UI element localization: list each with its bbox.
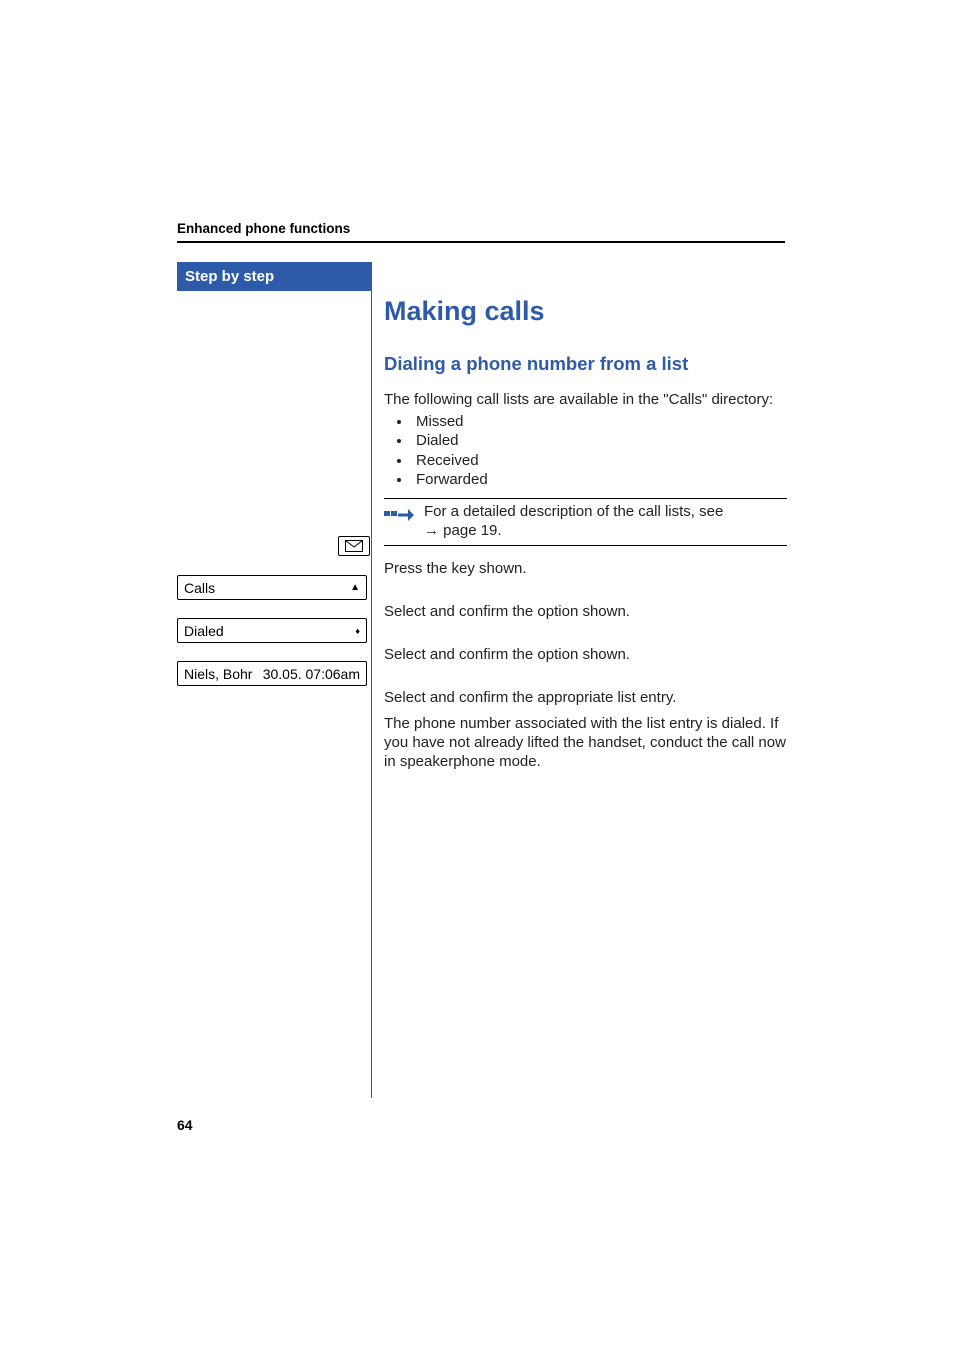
display-calls: Calls ▲ <box>177 575 367 600</box>
step-select-calls: Select and confirm the option shown. <box>384 603 630 622</box>
bullet-forwarded: Forwarded <box>412 470 787 490</box>
display-dialed-label: Dialed <box>184 623 224 639</box>
note-icon <box>384 505 414 530</box>
note-line1: For a detailed description of the call l… <box>424 503 723 520</box>
step-select-dialed: Select and confirm the option shown. <box>384 646 630 665</box>
messages-key-icon <box>338 536 370 556</box>
note-arrow: → <box>424 522 439 539</box>
main-content: Making calls Dialing a phone number from… <box>384 296 787 782</box>
step-press-key: Press the key shown. <box>384 560 527 579</box>
sidebar: Step by step <box>177 262 371 291</box>
step-by-step-banner: Step by step <box>177 262 371 291</box>
heading-making-calls: Making calls <box>384 296 787 327</box>
display-calls-symbol: ▲ <box>350 582 360 593</box>
display-dialed: Dialed ♦ <box>177 618 367 643</box>
step-dial-result: The phone number associated with the lis… <box>384 715 787 771</box>
sidebar-rule <box>371 262 372 1098</box>
bullet-received: Received <box>412 451 787 471</box>
display-entry: Niels, Bohr 30.05. 07:06am <box>177 661 367 686</box>
header-rule <box>177 241 785 243</box>
step-select-entry: Select and confirm the appropriate list … <box>384 689 676 708</box>
display-entry-time: 30.05. 07:06am <box>263 666 360 682</box>
running-head: Enhanced phone functions <box>177 221 350 236</box>
display-calls-label: Calls <box>184 580 215 596</box>
bullet-dialed: Dialed <box>412 431 787 451</box>
call-lists-bullets: Missed Dialed Received Forwarded <box>384 412 787 490</box>
note-text: For a detailed description of the call l… <box>424 503 723 541</box>
note-page-ref: page 19. <box>443 522 501 539</box>
heading-dialing-from-list: Dialing a phone number from a list <box>384 353 787 375</box>
note-block: For a detailed description of the call l… <box>384 498 787 547</box>
display-entry-name: Niels, Bohr <box>184 666 252 682</box>
display-dialed-symbol: ♦ <box>355 626 360 636</box>
intro-text: The following call lists are available i… <box>384 391 787 410</box>
bullet-missed: Missed <box>412 412 787 432</box>
page-number: 64 <box>177 1117 193 1133</box>
